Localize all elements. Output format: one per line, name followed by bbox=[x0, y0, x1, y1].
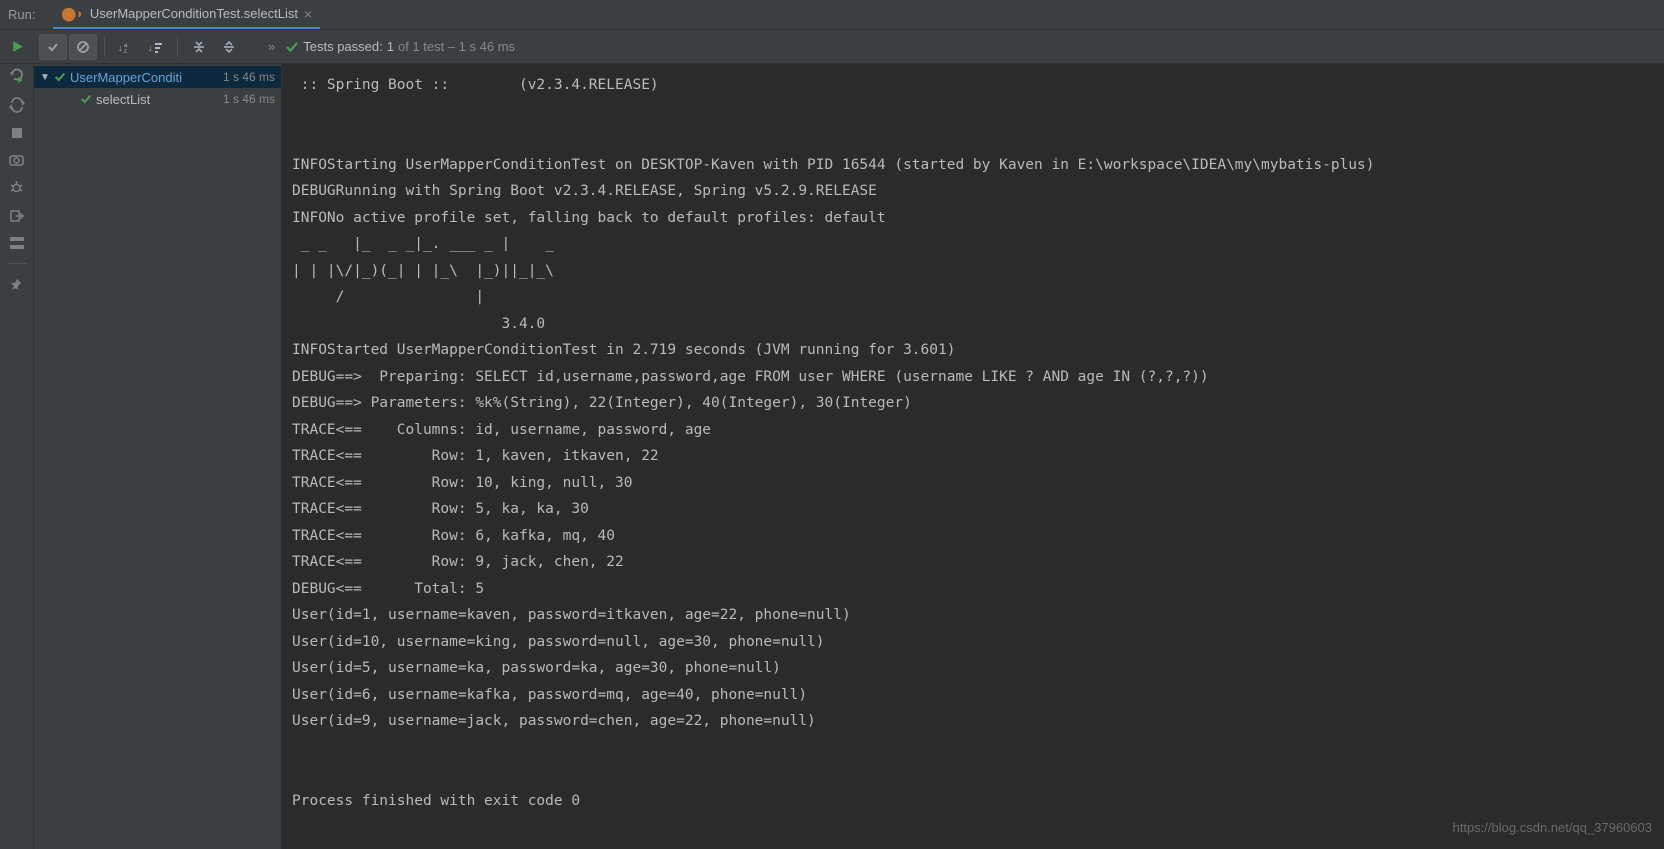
svg-text:z: z bbox=[124, 49, 127, 54]
test-duration: 1 s 46 ms bbox=[223, 92, 275, 106]
filter-buttons: ↓az ↓ bbox=[34, 30, 244, 63]
check-icon bbox=[80, 93, 92, 105]
test-status-bar: » Tests passed: 1 of 1 test – 1 s 46 ms bbox=[268, 39, 515, 54]
exit-icon[interactable] bbox=[10, 209, 24, 223]
close-icon[interactable]: × bbox=[304, 6, 312, 22]
run-config-title: UserMapperConditionTest.selectList bbox=[90, 6, 298, 21]
tests-total-label: of 1 test – 1 s 46 ms bbox=[398, 39, 515, 54]
sort-duration-button[interactable]: ↓ bbox=[142, 34, 170, 60]
expand-all-button[interactable] bbox=[185, 34, 213, 60]
gutter-icons bbox=[0, 64, 34, 849]
run-tab-bar: Run: ⬤◗ UserMapperConditionTest.selectLi… bbox=[0, 0, 1664, 30]
test-method-name: selectList bbox=[96, 92, 150, 107]
debug-icon[interactable] bbox=[9, 180, 24, 195]
svg-text:↓: ↓ bbox=[148, 43, 153, 53]
console-text: :: Spring Boot :: (v2.3.4.RELEASE) INFOS… bbox=[292, 72, 1664, 814]
tests-passed-count: 1 bbox=[387, 39, 394, 54]
dump-threads-icon[interactable] bbox=[9, 153, 24, 166]
toolbar-divider bbox=[177, 37, 178, 57]
run-button-slot bbox=[0, 30, 34, 63]
stop-icon[interactable] bbox=[11, 127, 23, 139]
pin-icon[interactable] bbox=[10, 278, 23, 291]
toolbar-divider bbox=[104, 37, 105, 57]
watermark: https://blog.csdn.net/qq_37960603 bbox=[1453, 815, 1653, 842]
layout-icon[interactable] bbox=[10, 237, 24, 249]
collapse-all-button[interactable] bbox=[215, 34, 243, 60]
test-tree-root[interactable]: ▼ UserMapperConditi 1 s 46 ms bbox=[34, 66, 281, 88]
chevron-down-icon[interactable]: ▼ bbox=[40, 72, 54, 83]
run-config-tab[interactable]: ⬤◗ UserMapperConditionTest.selectList × bbox=[53, 0, 320, 29]
console-output[interactable]: :: Spring Boot :: (v2.3.4.RELEASE) INFOS… bbox=[282, 64, 1664, 849]
show-ignored-button[interactable] bbox=[69, 34, 97, 60]
toggle-auto-rerun-icon[interactable] bbox=[9, 97, 25, 113]
test-toolbar: ↓az ↓ » Tests passed: 1 of 1 test – 1 s … bbox=[0, 30, 1664, 64]
gutter-divider bbox=[8, 263, 26, 264]
test-tree-item[interactable]: selectList 1 s 46 ms bbox=[34, 88, 281, 110]
show-passed-button[interactable] bbox=[39, 34, 67, 60]
run-icon[interactable] bbox=[11, 40, 24, 53]
check-icon bbox=[54, 71, 66, 83]
check-icon bbox=[285, 40, 299, 54]
main-area: ▼ UserMapperConditi 1 s 46 ms selectList… bbox=[0, 64, 1664, 849]
test-config-icon: ⬤◗ bbox=[61, 6, 83, 22]
rerun-failed-icon[interactable] bbox=[8, 66, 25, 83]
tests-passed-label: Tests passed: bbox=[303, 39, 383, 54]
test-duration: 1 s 46 ms bbox=[223, 70, 275, 84]
run-label: Run: bbox=[8, 7, 35, 22]
test-tree[interactable]: ▼ UserMapperConditi 1 s 46 ms selectList… bbox=[34, 64, 282, 849]
sort-alpha-button[interactable]: ↓az bbox=[112, 34, 140, 60]
test-class-name: UserMapperConditi bbox=[70, 70, 182, 85]
svg-text:↓: ↓ bbox=[118, 43, 123, 53]
chevron-right-icon: » bbox=[268, 39, 275, 54]
